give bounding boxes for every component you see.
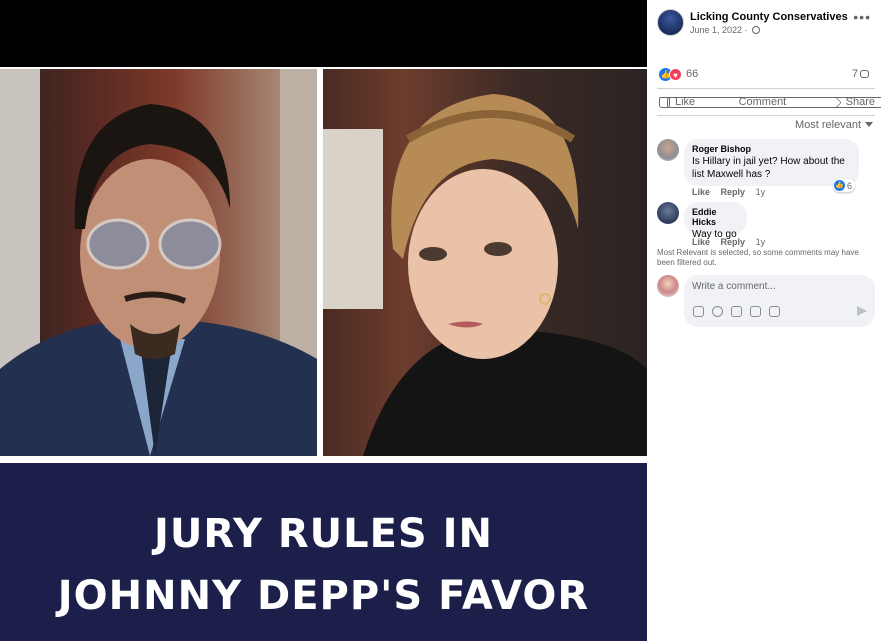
post-media[interactable]: JURY RULES IN JOHNNY DEPP'S FAVOR [0, 0, 647, 641]
love-reaction-icon: ♥ [669, 67, 682, 81]
comment-bubble-icon [860, 70, 869, 78]
send-icon[interactable] [857, 306, 867, 316]
divider-bottom [657, 115, 875, 116]
caption-line-1: JURY RULES IN [153, 511, 494, 557]
comment-input[interactable] [692, 281, 862, 292]
reaction-count: 66 [686, 68, 699, 80]
globe-icon [752, 26, 761, 34]
comment-reply-link[interactable]: Reply [721, 237, 746, 247]
comment-meta: Like Reply 1y [692, 237, 773, 247]
comment-text: Is Hillary in jail yet? How about the li… [692, 156, 845, 180]
commenter-avatar[interactable] [657, 202, 679, 224]
commenter-avatar[interactable] [657, 139, 679, 161]
amber-heard-portrait [323, 94, 647, 456]
comment-icon [667, 96, 881, 108]
action-bar: Like Comment Share [657, 90, 881, 114]
comment-input-box[interactable] [684, 275, 875, 327]
sticker-icon[interactable] [769, 306, 780, 317]
comment-sort-dropdown[interactable]: Most relevant [795, 119, 873, 131]
comment-bubble: Roger Bishop Is Hillary in jail yet? How… [684, 139, 859, 186]
divider-top [657, 88, 875, 89]
commenter-name[interactable]: Roger Bishop [692, 144, 850, 154]
page-avatar[interactable] [657, 9, 684, 36]
comment-meta: Like Reply 1y [692, 187, 773, 197]
comment-reply-link[interactable]: Reply [721, 187, 746, 197]
user-avatar[interactable] [657, 275, 679, 297]
more-horizontal-icon[interactable]: ••• [853, 10, 871, 24]
post-image-collage [0, 67, 647, 463]
post-date[interactable]: June 1, 2022 · [690, 25, 761, 35]
comment-time[interactable]: 1y [756, 187, 766, 197]
emoji-icon[interactable] [712, 306, 723, 317]
comment-item: Eddie Hicks Way to go Like Reply 1y [657, 202, 877, 247]
filter-note: Most Relevant is selected, so some comme… [657, 248, 859, 267]
comment-like-link[interactable]: Like [692, 237, 710, 247]
comment-count[interactable]: 7 [852, 68, 869, 80]
sort-label: Most relevant [794, 119, 861, 131]
post-sidebar: Licking County Conservatives June 1, 202… [647, 0, 881, 641]
gif-icon[interactable] [750, 306, 761, 317]
comment-reaction-count: 6 [847, 180, 853, 191]
comment-reaction-badge[interactable]: 👍 6 [833, 179, 856, 192]
photo-johnny-depp [0, 69, 317, 456]
avatar-sticker-icon[interactable] [693, 306, 704, 317]
comment-button[interactable]: Comment [667, 96, 881, 108]
post-header: Licking County Conservatives June 1, 202… [657, 9, 877, 39]
post-date-text: June 1, 2022 · [690, 25, 748, 35]
comment-bubble: Eddie Hicks Way to go [684, 202, 747, 240]
johnny-depp-portrait [0, 69, 317, 456]
comment-time[interactable]: 1y [756, 237, 766, 247]
comment-composer [657, 275, 877, 327]
comment-count-number: 7 [851, 68, 858, 80]
caret-down-icon [865, 122, 873, 127]
comment-like-link[interactable]: Like [692, 187, 710, 197]
comment-item: Roger Bishop Is Hillary in jail yet? How… [657, 139, 877, 197]
photo-amber-heard [323, 69, 647, 456]
like-reaction-icon: 👍 [834, 180, 845, 191]
commenter-name[interactable]: Eddie Hicks [692, 207, 738, 227]
camera-icon[interactable] [731, 306, 742, 317]
caption-line-2: JOHNNY DEPP'S FAVOR [57, 573, 590, 619]
reaction-summary[interactable]: 👍 ♥ 66 [659, 67, 698, 81]
page-name[interactable]: Licking County Conservatives [690, 11, 848, 23]
